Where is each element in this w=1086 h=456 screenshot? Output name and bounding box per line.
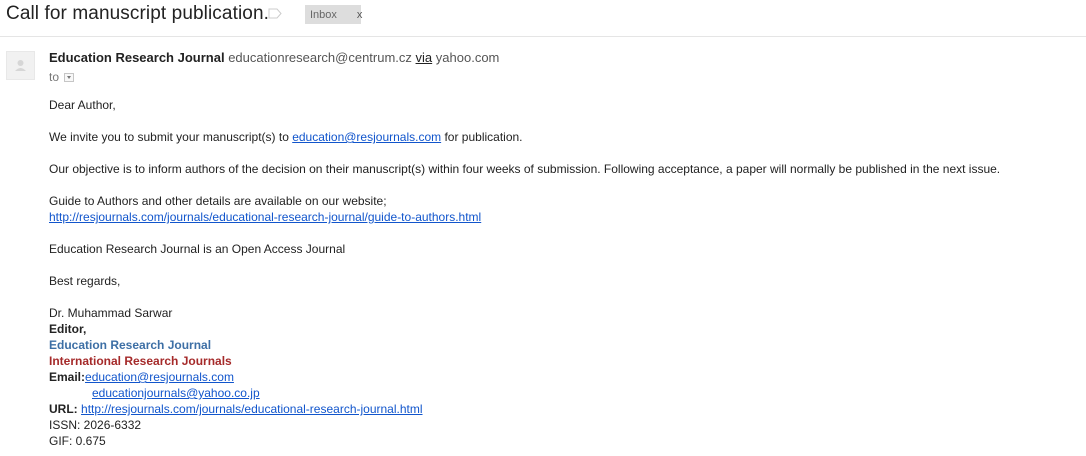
objective-paragraph: Our objective is to inform authors of th… [49,162,1001,176]
via-link[interactable]: via [416,50,433,65]
email-subject: Call for manuscript publication. [6,3,269,24]
remove-label-button[interactable]: x [357,9,363,21]
signature-email-line-2: educationjournals@yahoo.co.jp [92,385,260,401]
signature-name: Dr. Muhammad Sarwar [49,306,173,320]
show-details-dropdown[interactable] [64,72,75,82]
via-domain: yahoo.com [435,50,500,65]
signature-title: Editor, [49,322,87,336]
sender-name[interactable]: Education Research Journal [49,50,225,65]
signature-publisher: International Research Journals [49,354,232,368]
guide-link[interactable]: http://resjournals.com/journals/educatio… [49,210,481,224]
avatar [6,51,35,80]
guide-text: Guide to Authors and other details are a… [49,194,387,208]
open-access-text: Education Research Journal is an Open Ac… [49,242,346,256]
signature-email-link-1[interactable]: education@resjournals.com [85,370,234,384]
signature-email-link-2[interactable]: educationjournals@yahoo.co.jp [92,386,260,400]
sender-line: Education Research Journal educationrese… [49,50,499,65]
url-label: URL: [49,402,78,416]
signature-email-line: Email:education@resjournals.com [49,369,234,385]
invite-email-link[interactable]: education@resjournals.com [292,130,441,144]
signature-gif: GIF: 0.675 [49,434,106,448]
person-icon [15,60,26,71]
sender-email: educationresearch@centrum.cz [228,50,412,65]
inbox-label-text: Inbox [310,8,337,21]
invite-suffix: for publication. [441,130,523,144]
recipient-line: to [49,70,75,84]
label-important-icon[interactable] [268,8,282,19]
email-label: Email: [49,370,86,384]
signature-issn: ISSN: 2026-6332 [49,418,142,432]
signature-url-link[interactable]: http://resjournals.com/journals/educatio… [81,402,423,416]
to-label: to [49,70,60,84]
greeting: Dear Author, [49,98,116,112]
signature-journal: Education Research Journal [49,338,212,352]
invite-paragraph: We invite you to submit your manuscript(… [49,129,523,145]
header-divider [0,36,1086,37]
guide-paragraph: http://resjournals.com/journals/educatio… [49,209,481,225]
inbox-label-chip[interactable]: Inbox x [305,5,363,24]
signature-url-line: URL: http://resjournals.com/journals/edu… [49,401,423,417]
regards-text: Best regards, [49,274,121,288]
invite-prefix: We invite you to submit your manuscript(… [49,130,293,144]
